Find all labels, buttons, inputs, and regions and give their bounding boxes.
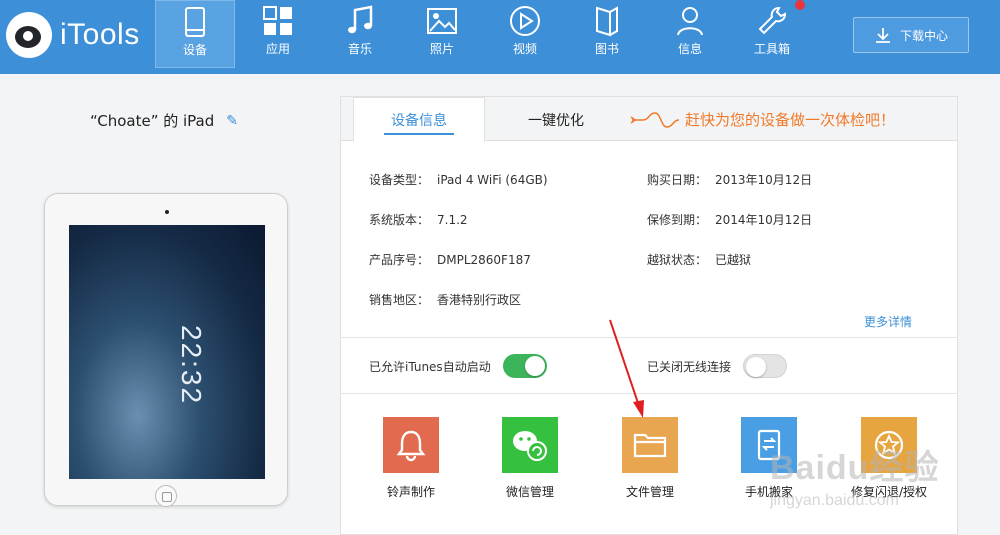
- info-purchase-date: 购买日期： 2013年10月12日: [647, 173, 813, 187]
- info-jailbreak: 越狱状态： 已越狱: [647, 253, 752, 267]
- camera-dot: [165, 210, 169, 214]
- nav-item-photos[interactable]: 照片: [402, 0, 482, 68]
- info-os-version: 系统版本： 7.1.2: [369, 213, 468, 227]
- tab-label: 一键优化: [528, 112, 584, 129]
- divider: [341, 337, 957, 338]
- tab-underline: [384, 133, 454, 135]
- nav-label: 音乐: [347, 42, 372, 56]
- promo-banner[interactable]: 赶快为您的设备做一次体检吧！: [629, 109, 895, 130]
- nav-item-video[interactable]: 视频: [485, 0, 565, 68]
- tablet-icon: [185, 7, 205, 37]
- download-icon: [875, 28, 890, 43]
- grid-icon: [263, 6, 292, 35]
- swirl-arrow-icon: [630, 111, 680, 128]
- nav-label: 设备: [182, 43, 207, 57]
- divider: [341, 393, 957, 394]
- nav-label: 视频: [512, 42, 537, 56]
- watermark-url: jingyan.baidu.com: [770, 492, 899, 509]
- itunes-autostart-label: 已允许iTunes自动启动: [369, 359, 491, 374]
- tab-optimize[interactable]: 一键优化: [501, 97, 611, 142]
- person-icon: [677, 7, 703, 36]
- nav-label: 图书: [594, 42, 619, 56]
- tool-label: 文件管理: [625, 485, 674, 499]
- info-region: 销售地区： 香港特别行政区: [369, 293, 522, 307]
- watermark-logo: Baidu经验: [770, 449, 940, 487]
- more-details-link[interactable]: 更多详情: [864, 313, 912, 330]
- tool-label: 铃声制作: [386, 485, 435, 499]
- nav-item-music[interactable]: 音乐: [320, 0, 400, 68]
- device-name: “Choate” 的 iPad ✎: [90, 110, 238, 131]
- nav-label: 工具箱: [753, 42, 790, 56]
- ipad-preview: 22:32: [44, 193, 288, 507]
- device-name-text: “Choate” 的 iPad: [90, 112, 215, 130]
- folder-icon: [622, 417, 678, 473]
- itunes-autostart-row: 已允许iTunes自动启动: [369, 354, 547, 378]
- info-warranty: 保修到期： 2014年10月12日: [647, 213, 813, 227]
- wireless-toggle[interactable]: [743, 354, 788, 378]
- bell-icon: [383, 417, 439, 473]
- info-serial: 产品序号： DMPL2860F187: [369, 253, 531, 267]
- wireless-label: 已关闭无线连接: [647, 359, 732, 374]
- promo-text: 赶快为您的设备做一次体检吧！: [685, 111, 896, 129]
- notification-dot: [795, 0, 805, 10]
- download-center-label: 下载中心: [899, 28, 948, 43]
- tab-bar: 设备信息 一键优化 赶快为您的设备做一次体检吧！: [341, 97, 957, 142]
- app-logo: iTools: [6, 10, 140, 60]
- music-note-icon: [348, 5, 373, 34]
- book-icon: [596, 6, 618, 37]
- tab-label: 设备信息: [391, 112, 447, 129]
- itunes-autostart-toggle[interactable]: [502, 354, 547, 378]
- toggle-knob: [524, 356, 545, 376]
- itools-logo-icon: [6, 12, 52, 58]
- nav-item-books[interactable]: 图书: [567, 0, 647, 68]
- download-center-button[interactable]: 下载中心: [853, 17, 969, 53]
- wireless-row: 已关闭无线连接: [647, 354, 788, 378]
- nav-item-tools[interactable]: 工具箱: [732, 0, 812, 68]
- wrench-icon: [758, 7, 786, 35]
- top-toolbar: iTools 设备 应用 音乐 照片 视频 图书 信息 工具箱 下载中心: [0, 0, 1000, 74]
- nav-item-info[interactable]: 信息: [650, 0, 730, 68]
- tool-wechat[interactable]: 微信管理: [475, 417, 585, 500]
- tab-device-info[interactable]: 设备信息: [353, 97, 485, 142]
- toggle-knob: [746, 357, 767, 377]
- nav-item-device[interactable]: 设备: [155, 0, 235, 68]
- pencil-icon[interactable]: ✎: [226, 113, 238, 129]
- nav-label: 照片: [429, 42, 454, 56]
- tool-ringtone[interactable]: 铃声制作: [356, 417, 466, 500]
- wechat-icon: [502, 417, 558, 473]
- home-button: [155, 485, 177, 507]
- tool-label: 微信管理: [505, 485, 554, 499]
- app-name: iTools: [60, 18, 140, 51]
- ipad-screen: 22:32: [69, 225, 265, 479]
- lockscreen-time: 22:32: [176, 325, 207, 406]
- nav-label: 应用: [265, 42, 290, 56]
- play-icon: [510, 6, 540, 36]
- info-device-type: 设备类型： iPad 4 WiFi (64GB): [369, 173, 548, 187]
- image-icon: [427, 8, 457, 34]
- tool-file-manager[interactable]: 文件管理: [595, 417, 705, 500]
- nav-item-apps[interactable]: 应用: [238, 0, 318, 68]
- nav-label: 信息: [677, 42, 702, 56]
